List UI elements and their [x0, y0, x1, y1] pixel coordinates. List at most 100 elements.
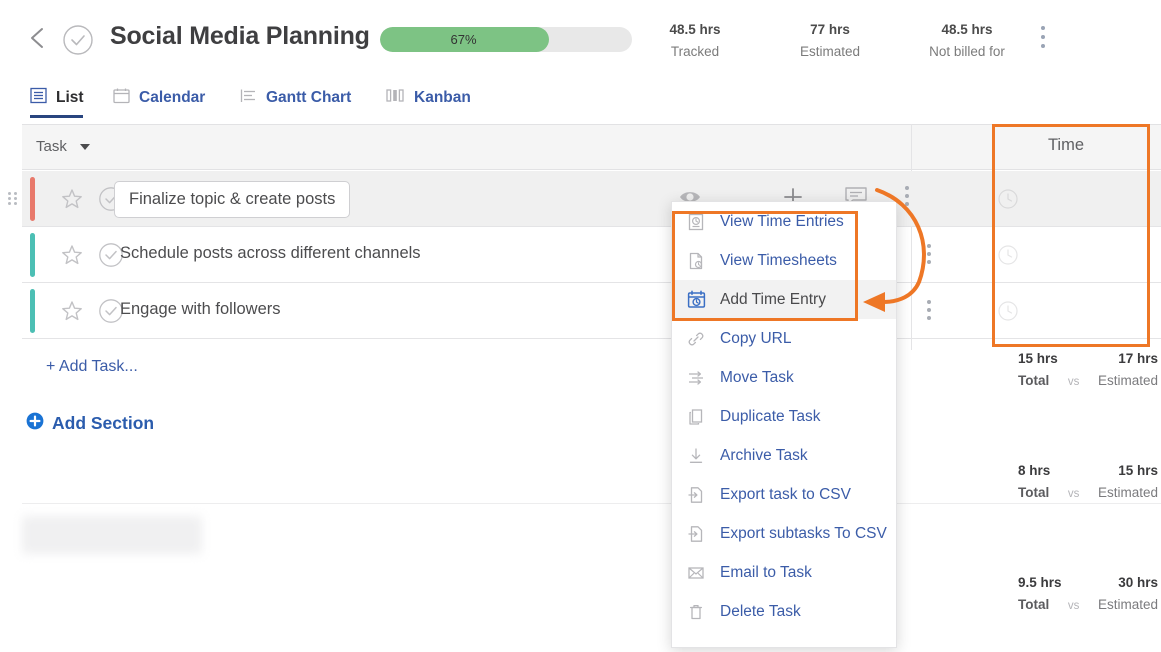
tab-list-label: List	[56, 89, 84, 106]
active-tab-underline	[30, 115, 83, 118]
plus-circle-icon	[26, 412, 44, 435]
row-more-vertical-icon[interactable]	[899, 186, 915, 208]
time-log-icon[interactable]	[998, 301, 1018, 321]
menu-item-label: Duplicate Task	[720, 407, 821, 425]
check-circle-icon[interactable]	[62, 24, 94, 56]
time-vs-label: vs	[1067, 488, 1080, 500]
tab-kanban-label: Kanban	[414, 89, 471, 106]
time-estimated-value: 30 hrs	[1118, 575, 1158, 590]
menu-item-copy-url[interactable]: Copy URL	[672, 319, 896, 358]
drag-handle-icon[interactable]	[8, 192, 21, 206]
copy-icon	[686, 407, 706, 427]
move-icon	[686, 368, 706, 388]
star-icon[interactable]	[60, 299, 84, 323]
tab-gantt-chart[interactable]: Gantt Chart	[240, 78, 351, 118]
time-vs-label: vs	[1067, 600, 1080, 612]
menu-item-label: Export subtasks To CSV	[720, 524, 887, 542]
page-header: Social Media Planning 67% 48.5 hrs Track…	[0, 0, 1161, 76]
tab-calendar-label: Calendar	[139, 89, 206, 106]
menu-item-label: Email to Task	[720, 563, 812, 581]
stat-estimated: 77 hrs Estimated	[781, 22, 879, 59]
stat-tracked-label: Tracked	[670, 44, 720, 59]
gantt-icon	[240, 87, 257, 109]
time-total-value: 9.5 hrs	[1018, 575, 1062, 590]
list-icon	[30, 87, 47, 109]
menu-item-add-time-entry[interactable]: Add Time Entry	[672, 280, 896, 319]
menu-item-archive-task[interactable]: Archive Task	[672, 436, 896, 475]
tab-calendar[interactable]: Calendar	[113, 78, 205, 118]
add-section-label: Add Section	[52, 413, 155, 433]
row-more-vertical-icon[interactable]	[921, 300, 937, 322]
stat-not-billed-label: Not billed for	[929, 44, 1005, 59]
menu-item-label: View Timesheets	[720, 251, 837, 269]
caret-down-icon[interactable]	[80, 144, 90, 150]
menu-item-label: View Time Entries	[720, 212, 844, 230]
menu-item-export-subtasks-to-csv[interactable]: Export subtasks To CSV	[672, 514, 896, 553]
task-context-menu: View Time Entries View Timesheets Add Ti	[671, 201, 897, 648]
back-button[interactable]	[26, 22, 50, 54]
loading-placeholder	[22, 516, 202, 554]
tab-list[interactable]: List	[30, 78, 84, 118]
menu-item-view-timesheets[interactable]: View Timesheets	[672, 241, 896, 280]
stat-not-billed: 48.5 hrs Not billed for	[898, 22, 1036, 59]
tab-kanban[interactable]: Kanban	[386, 78, 471, 118]
add-time-entry-icon	[686, 290, 706, 310]
time-total-label: Total	[1018, 373, 1050, 388]
add-section-button[interactable]: Add Section	[26, 412, 154, 435]
menu-item-label: Archive Task	[720, 446, 808, 464]
stat-tracked-value: 48.5 hrs	[669, 22, 721, 37]
menu-item-view-time-entries[interactable]: View Time Entries	[672, 202, 896, 241]
menu-item-label: Copy URL	[720, 329, 792, 347]
time-vs-label: vs	[1067, 376, 1080, 388]
stat-estimated-label: Estimated	[799, 44, 861, 59]
menu-item-label: Delete Task	[720, 602, 801, 620]
time-estimated-label: Estimated	[1097, 485, 1158, 500]
column-header-task[interactable]: Task	[36, 138, 67, 155]
time-estimated-label: Estimated	[1097, 597, 1158, 612]
row-accent-bar	[30, 233, 35, 277]
mail-icon	[686, 563, 706, 583]
link-icon	[686, 329, 706, 349]
add-task-button[interactable]: + Add Task...	[46, 358, 138, 376]
time-estimated-label: Estimated	[1097, 373, 1158, 388]
table-row[interactable]: Schedule posts across different channels…	[22, 227, 1161, 500]
timesheet-icon	[686, 251, 706, 271]
time-total-label: Total	[1018, 485, 1050, 500]
time-log-icon[interactable]	[998, 245, 1018, 265]
calendar-icon	[113, 87, 130, 109]
task-name-input[interactable]: Finalize topic & create posts	[114, 181, 351, 218]
menu-item-delete-task[interactable]: Delete Task	[672, 592, 896, 631]
star-icon[interactable]	[60, 187, 84, 211]
archive-icon	[686, 446, 706, 466]
stat-tracked: 48.5 hrs Tracked	[646, 22, 744, 59]
time-cell: 15 hrs 17 hrs Total vs Estimated	[1018, 351, 1158, 388]
tab-gantt-chart-label: Gantt Chart	[266, 89, 352, 106]
row-accent-bar	[30, 289, 35, 333]
menu-item-label: Move Task	[720, 368, 794, 386]
stat-estimated-value: 77 hrs	[810, 22, 850, 37]
time-log-icon[interactable]	[998, 189, 1018, 209]
row-more-vertical-icon[interactable]	[921, 244, 937, 266]
row-accent-bar	[30, 177, 35, 221]
view-tabs: List Calendar Gantt Chart Kanban	[0, 78, 1161, 118]
header-more-vertical-icon[interactable]	[1034, 26, 1052, 50]
task-name[interactable]: Engage with followers	[120, 300, 281, 319]
time-total-value: 8 hrs	[1018, 463, 1051, 478]
column-header-time: Time	[1047, 136, 1085, 154]
task-name[interactable]: Schedule posts across different channels	[120, 244, 421, 263]
table-header	[22, 124, 1161, 170]
time-total-value: 15 hrs	[1018, 351, 1058, 366]
menu-item-email-to-task[interactable]: Email to Task	[672, 553, 896, 592]
time-cell: 8 hrs 15 hrs Total vs Estimated	[1018, 463, 1158, 500]
section-divider	[22, 503, 1161, 504]
time-estimated-value: 15 hrs	[1118, 463, 1158, 478]
menu-item-duplicate-task[interactable]: Duplicate Task	[672, 397, 896, 436]
menu-item-export-task-to-csv[interactable]: Export task to CSV	[672, 475, 896, 514]
table-row[interactable]: Engage with followers 9.5 hrs 30 hrs Tot…	[22, 283, 1161, 612]
star-icon[interactable]	[60, 243, 84, 267]
table-row[interactable]: Finalize topic & create posts 15 hrs 17 …	[8, 171, 1161, 388]
menu-item-move-task[interactable]: Move Task	[672, 358, 896, 397]
page-title: Social Media Planning	[110, 22, 370, 50]
time-total-label: Total	[1018, 597, 1050, 612]
time-entries-icon	[686, 212, 706, 232]
